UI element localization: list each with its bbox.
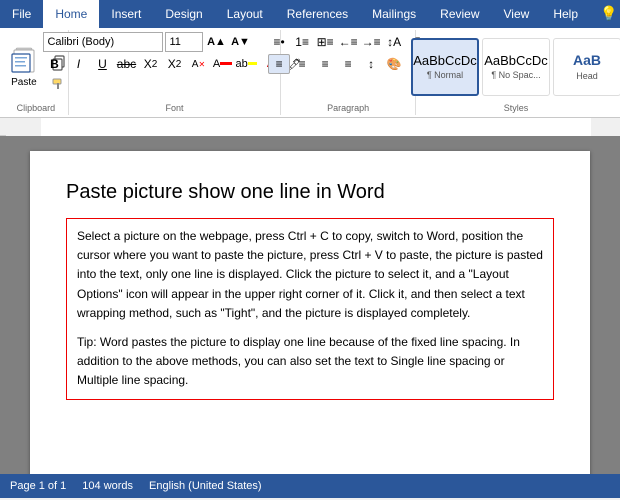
increase-indent-button[interactable]: →≡ <box>360 32 382 52</box>
text-color-button[interactable]: A <box>211 54 233 74</box>
strikethrough-button[interactable]: abc <box>115 54 137 74</box>
style-heading-label: Head <box>576 71 598 81</box>
shading-button[interactable]: 🎨 <box>383 54 405 74</box>
tab-layout[interactable]: Layout <box>215 0 275 28</box>
tab-review[interactable]: Review <box>428 0 491 28</box>
style-normal[interactable]: AaBbCcDc ¶ Normal <box>411 38 479 96</box>
status-language: English (United States) <box>149 480 262 492</box>
align-left-button[interactable]: ≡ <box>268 54 290 74</box>
font-size-input[interactable] <box>165 32 203 52</box>
status-words: 104 words <box>82 480 133 492</box>
style-no-spacing-label: ¶ No Spac... <box>491 70 540 80</box>
multilevel-list-button[interactable]: ⊞≡ <box>314 32 336 52</box>
align-center-button[interactable]: ≡ <box>291 54 313 74</box>
ribbon-tabs: File Home Insert Design Layout Reference… <box>0 0 620 28</box>
style-normal-preview: AaBbCcDc <box>413 53 477 69</box>
increase-font-size-button[interactable]: A▲ <box>205 32 227 52</box>
subscript-button[interactable]: X2 <box>139 54 161 74</box>
font-row2: B I U abc X2 X2 A✕ A ab A 🖊 <box>43 54 305 74</box>
para-row1: ≡• 1≡ ⊞≡ ←≡ →≡ ↕A ¶ <box>268 32 428 52</box>
tab-file[interactable]: File <box>0 0 43 28</box>
tab-insert[interactable]: Insert <box>99 0 153 28</box>
tab-help[interactable]: Help <box>541 0 590 28</box>
justify-button[interactable]: ≡ <box>337 54 359 74</box>
status-bar: Page 1 of 1 104 words English (United St… <box>0 474 620 498</box>
paste-icon <box>8 45 40 77</box>
document-title: Paste picture show one line in Word <box>66 181 554 204</box>
style-heading[interactable]: AaB Head <box>553 38 620 96</box>
paste-button[interactable]: Paste <box>2 32 46 101</box>
font-name-input[interactable] <box>43 32 163 52</box>
bold-button[interactable]: B <box>43 54 65 74</box>
superscript-button[interactable]: X2 <box>163 54 185 74</box>
style-no-spacing-preview: AaBbCcDc <box>484 53 548 69</box>
underline-button[interactable]: U <box>91 54 113 74</box>
style-no-spacing[interactable]: AaBbCcDc ¶ No Spac... <box>482 38 550 96</box>
font-group: A▲ A▼ B I U abc X2 X2 A✕ A ab A 🖊 Font <box>69 30 281 115</box>
styles-label: Styles <box>504 101 529 113</box>
document-body[interactable]: Select a picture on the webpage, press C… <box>66 218 554 400</box>
font-label: Font <box>165 101 183 113</box>
paragraph-2: Tip: Word pastes the picture to display … <box>77 333 543 391</box>
light-bulb-icon[interactable]: 💡 <box>590 0 620 28</box>
clear-format-button[interactable]: A✕ <box>187 54 209 74</box>
paragraph-label: Paragraph <box>327 101 369 113</box>
ruler <box>0 118 620 136</box>
status-page: Page 1 of 1 <box>10 480 66 492</box>
tab-home[interactable]: Home <box>43 0 99 28</box>
tab-references[interactable]: References <box>275 0 360 28</box>
paragraph-group: ≡• 1≡ ⊞≡ ←≡ →≡ ↕A ¶ ≡ ≡ ≡ ≡ ↕ 🎨 ⊞ Paragr… <box>281 30 416 115</box>
tab-view[interactable]: View <box>492 0 542 28</box>
line-spacing-button[interactable]: ↕ <box>360 54 382 74</box>
style-heading-preview: AaB <box>573 52 601 69</box>
style-normal-label: ¶ Normal <box>427 70 463 80</box>
italic-button[interactable]: I <box>67 54 89 74</box>
decrease-font-size-button[interactable]: A▼ <box>229 32 251 52</box>
styles-group: AaBbCcDc ¶ Normal AaBbCcDc ¶ No Spac... … <box>416 30 616 115</box>
numbering-button[interactable]: 1≡ <box>291 32 313 52</box>
font-row1: A▲ A▼ <box>43 32 251 52</box>
bullets-button[interactable]: ≡• <box>268 32 290 52</box>
highlight-color-button[interactable]: ab <box>235 54 257 74</box>
paragraph-1: Select a picture on the webpage, press C… <box>77 227 543 323</box>
document-area: Paste picture show one line in Word Sele… <box>0 136 620 474</box>
align-right-button[interactable]: ≡ <box>314 54 336 74</box>
tab-mailings[interactable]: Mailings <box>360 0 428 28</box>
paste-label: Paste <box>11 77 37 88</box>
sort-button[interactable]: ↕A <box>383 32 405 52</box>
para-row2: ≡ ≡ ≡ ≡ ↕ 🎨 ⊞ <box>268 54 428 74</box>
ribbon: Paste <box>0 28 620 118</box>
page: Paste picture show one line in Word Sele… <box>30 151 590 474</box>
clipboard-label: Clipboard <box>17 101 56 113</box>
decrease-indent-button[interactable]: ←≡ <box>337 32 359 52</box>
tab-design[interactable]: Design <box>153 0 214 28</box>
